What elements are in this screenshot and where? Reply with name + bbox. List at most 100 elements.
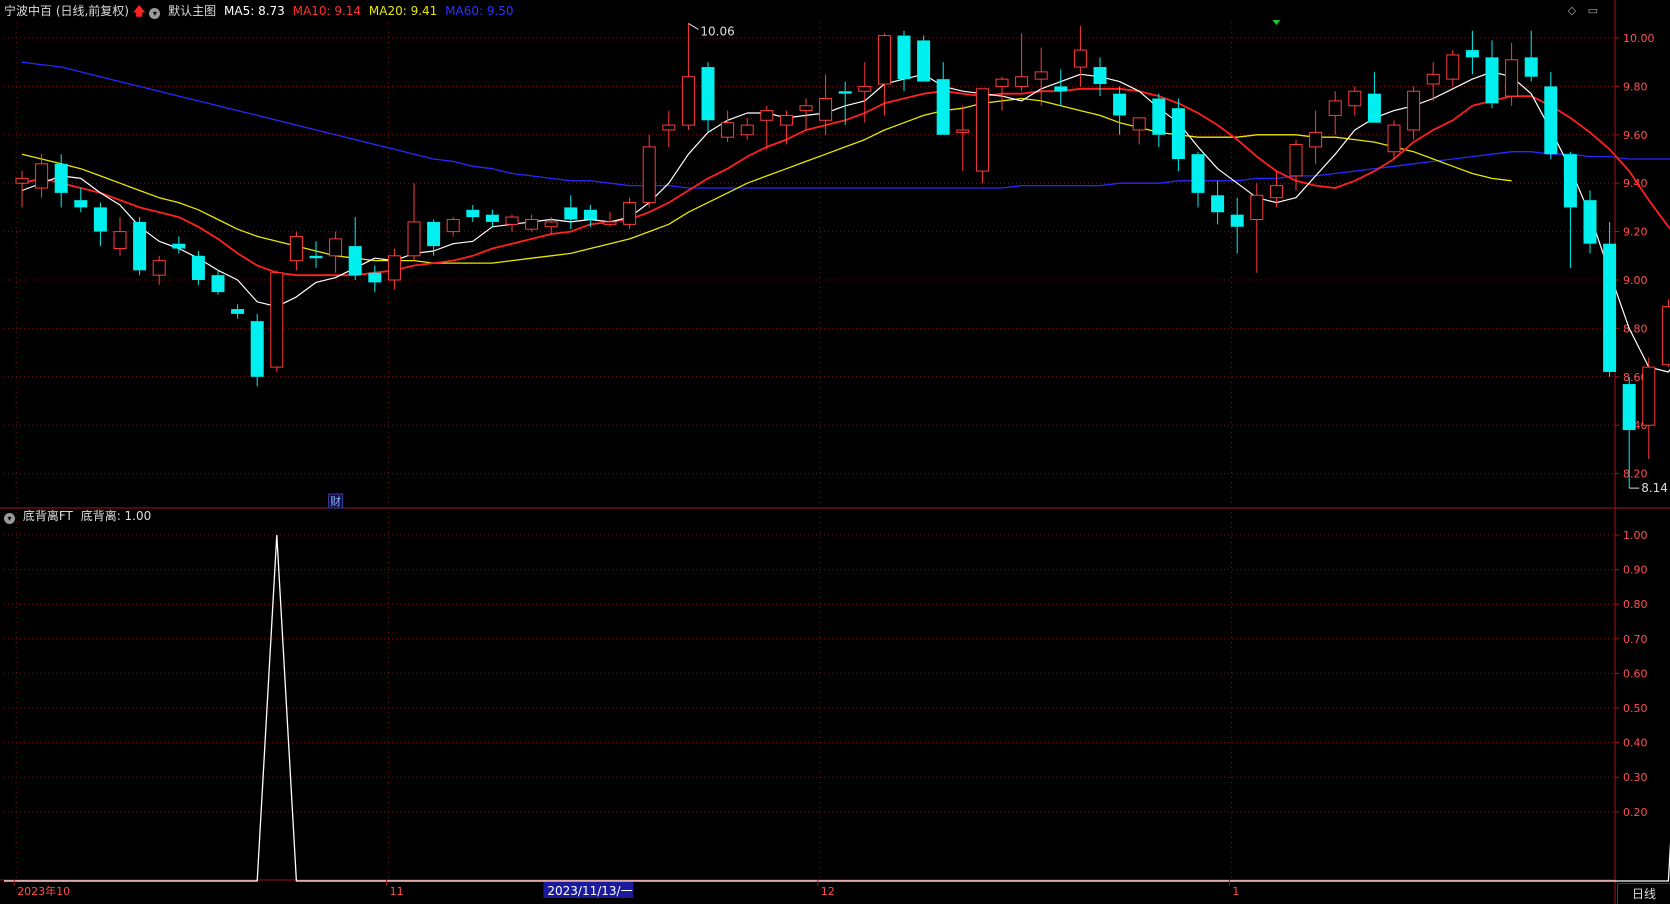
candle-body	[1269, 185, 1283, 199]
candle-body	[525, 219, 539, 230]
candle-body	[858, 85, 872, 92]
candle-body	[544, 221, 558, 228]
y-tick-label: 0.50	[1623, 702, 1648, 715]
sub-indicator-title[interactable]: 底背离FT	[23, 509, 73, 523]
candle-body	[799, 105, 813, 112]
candle-body	[1485, 57, 1499, 104]
candle-body	[15, 177, 29, 184]
candle-body	[35, 163, 49, 189]
candle-body	[1171, 108, 1185, 159]
candle-body	[1367, 93, 1381, 123]
candle-body	[505, 216, 519, 225]
ma5-label: MA5: 8.73	[224, 4, 285, 18]
candle-body	[309, 255, 323, 259]
candle-body	[1524, 57, 1538, 77]
candle-body	[583, 209, 597, 220]
finance-event-marker[interactable]: 财	[328, 493, 344, 509]
candle-body	[54, 163, 68, 193]
chevron-down-icon[interactable]: ▾	[4, 513, 15, 524]
stock-title[interactable]: 宁波中百 (日线,前复权)	[4, 4, 129, 18]
x-tick-label: 11	[390, 885, 404, 898]
candle-down[interactable]	[1603, 221, 1617, 377]
y-tick-label: 1.00	[1623, 529, 1648, 542]
candle-body	[211, 275, 225, 293]
candle-body	[819, 98, 833, 121]
candle-body	[1250, 194, 1264, 221]
candle-body	[1093, 67, 1107, 84]
candle-body	[936, 79, 950, 135]
x-tick-label: 2023年10	[17, 884, 70, 898]
candle-body	[1583, 200, 1597, 244]
candle-body	[113, 231, 127, 250]
period-button[interactable]: 日线	[1617, 883, 1670, 904]
candle-body	[1407, 90, 1421, 131]
candle-body	[662, 124, 676, 131]
candle-down[interactable]	[250, 313, 264, 387]
candle-body	[1113, 93, 1127, 116]
candle-down[interactable]	[191, 250, 205, 285]
sub-chart-header: ▾ 底背离FT 底背离: 1.00	[4, 508, 155, 524]
candle-body	[1289, 143, 1303, 177]
candle-body	[701, 67, 715, 121]
candle-body	[427, 221, 441, 247]
candle-body	[1387, 124, 1401, 153]
candle-body	[191, 255, 205, 280]
candle-body	[956, 129, 970, 133]
candle-body	[466, 209, 480, 218]
high-price-label: 10.06	[700, 24, 734, 38]
candle-body	[1054, 86, 1068, 92]
indicator-name[interactable]: 默认主图	[168, 4, 216, 18]
candle-body	[289, 235, 303, 262]
candle-body	[329, 238, 343, 257]
y-tick-label: 9.60	[1623, 129, 1648, 142]
finance-event-label: 财	[330, 494, 341, 508]
diamond-icon[interactable]: ◇	[1568, 4, 1576, 17]
y-tick-label: 9.20	[1623, 226, 1648, 239]
candle-body	[1211, 195, 1225, 213]
y-tick-label: 0.40	[1623, 737, 1648, 750]
candle-body	[564, 207, 578, 220]
up-arrow-icon: 🡅	[133, 4, 146, 18]
ma10-label: MA10: 9.14	[292, 4, 362, 18]
candle-body	[1348, 90, 1362, 107]
candle-up[interactable]	[270, 270, 284, 372]
candle-down[interactable]	[917, 35, 931, 82]
candle-body	[995, 78, 1009, 87]
candle-body	[231, 309, 245, 314]
y-tick-label: 9.00	[1623, 274, 1648, 287]
y-tick-label: 0.30	[1623, 771, 1648, 784]
low-price-label: 8.14	[1641, 481, 1668, 495]
candle-body	[1603, 243, 1617, 372]
candle-body	[897, 35, 911, 80]
chart-canvas[interactable]: 10.009.809.609.409.209.008.808.608.408.2…	[0, 0, 1670, 904]
y-tick-label: 0.70	[1623, 633, 1648, 646]
chevron-down-icon[interactable]: ▾	[149, 8, 161, 19]
candle-body	[623, 202, 637, 225]
candle-body	[1230, 214, 1244, 227]
candle-body	[740, 124, 754, 136]
candle-down[interactable]	[133, 217, 147, 276]
candle-body	[1034, 71, 1048, 80]
y-tick-label: 10.00	[1623, 32, 1655, 45]
candle-body	[152, 260, 166, 276]
candle-body	[368, 272, 382, 283]
candle-body	[1191, 154, 1205, 193]
candle-body	[1622, 384, 1636, 431]
y-tick-label: 0.90	[1623, 564, 1648, 577]
candle-body	[270, 272, 284, 368]
candle-up[interactable]	[623, 197, 637, 230]
y-tick-label: 0.20	[1623, 806, 1648, 819]
candle-body	[917, 40, 931, 82]
ma20-label: MA20: 9.41	[368, 4, 438, 18]
candle-up[interactable]	[1661, 299, 1670, 368]
candle-body	[1132, 117, 1146, 131]
crosshair-date-label: 2023/11/13/一	[547, 884, 632, 898]
candle-up[interactable]	[975, 88, 989, 184]
y-tick-label: 0.80	[1623, 598, 1648, 611]
candle-body	[348, 246, 362, 276]
candle-body	[1446, 54, 1460, 80]
restore-icon[interactable]: ▭	[1588, 4, 1598, 17]
candle-body	[1661, 306, 1670, 366]
background	[0, 0, 1670, 904]
candle-body	[446, 219, 460, 233]
